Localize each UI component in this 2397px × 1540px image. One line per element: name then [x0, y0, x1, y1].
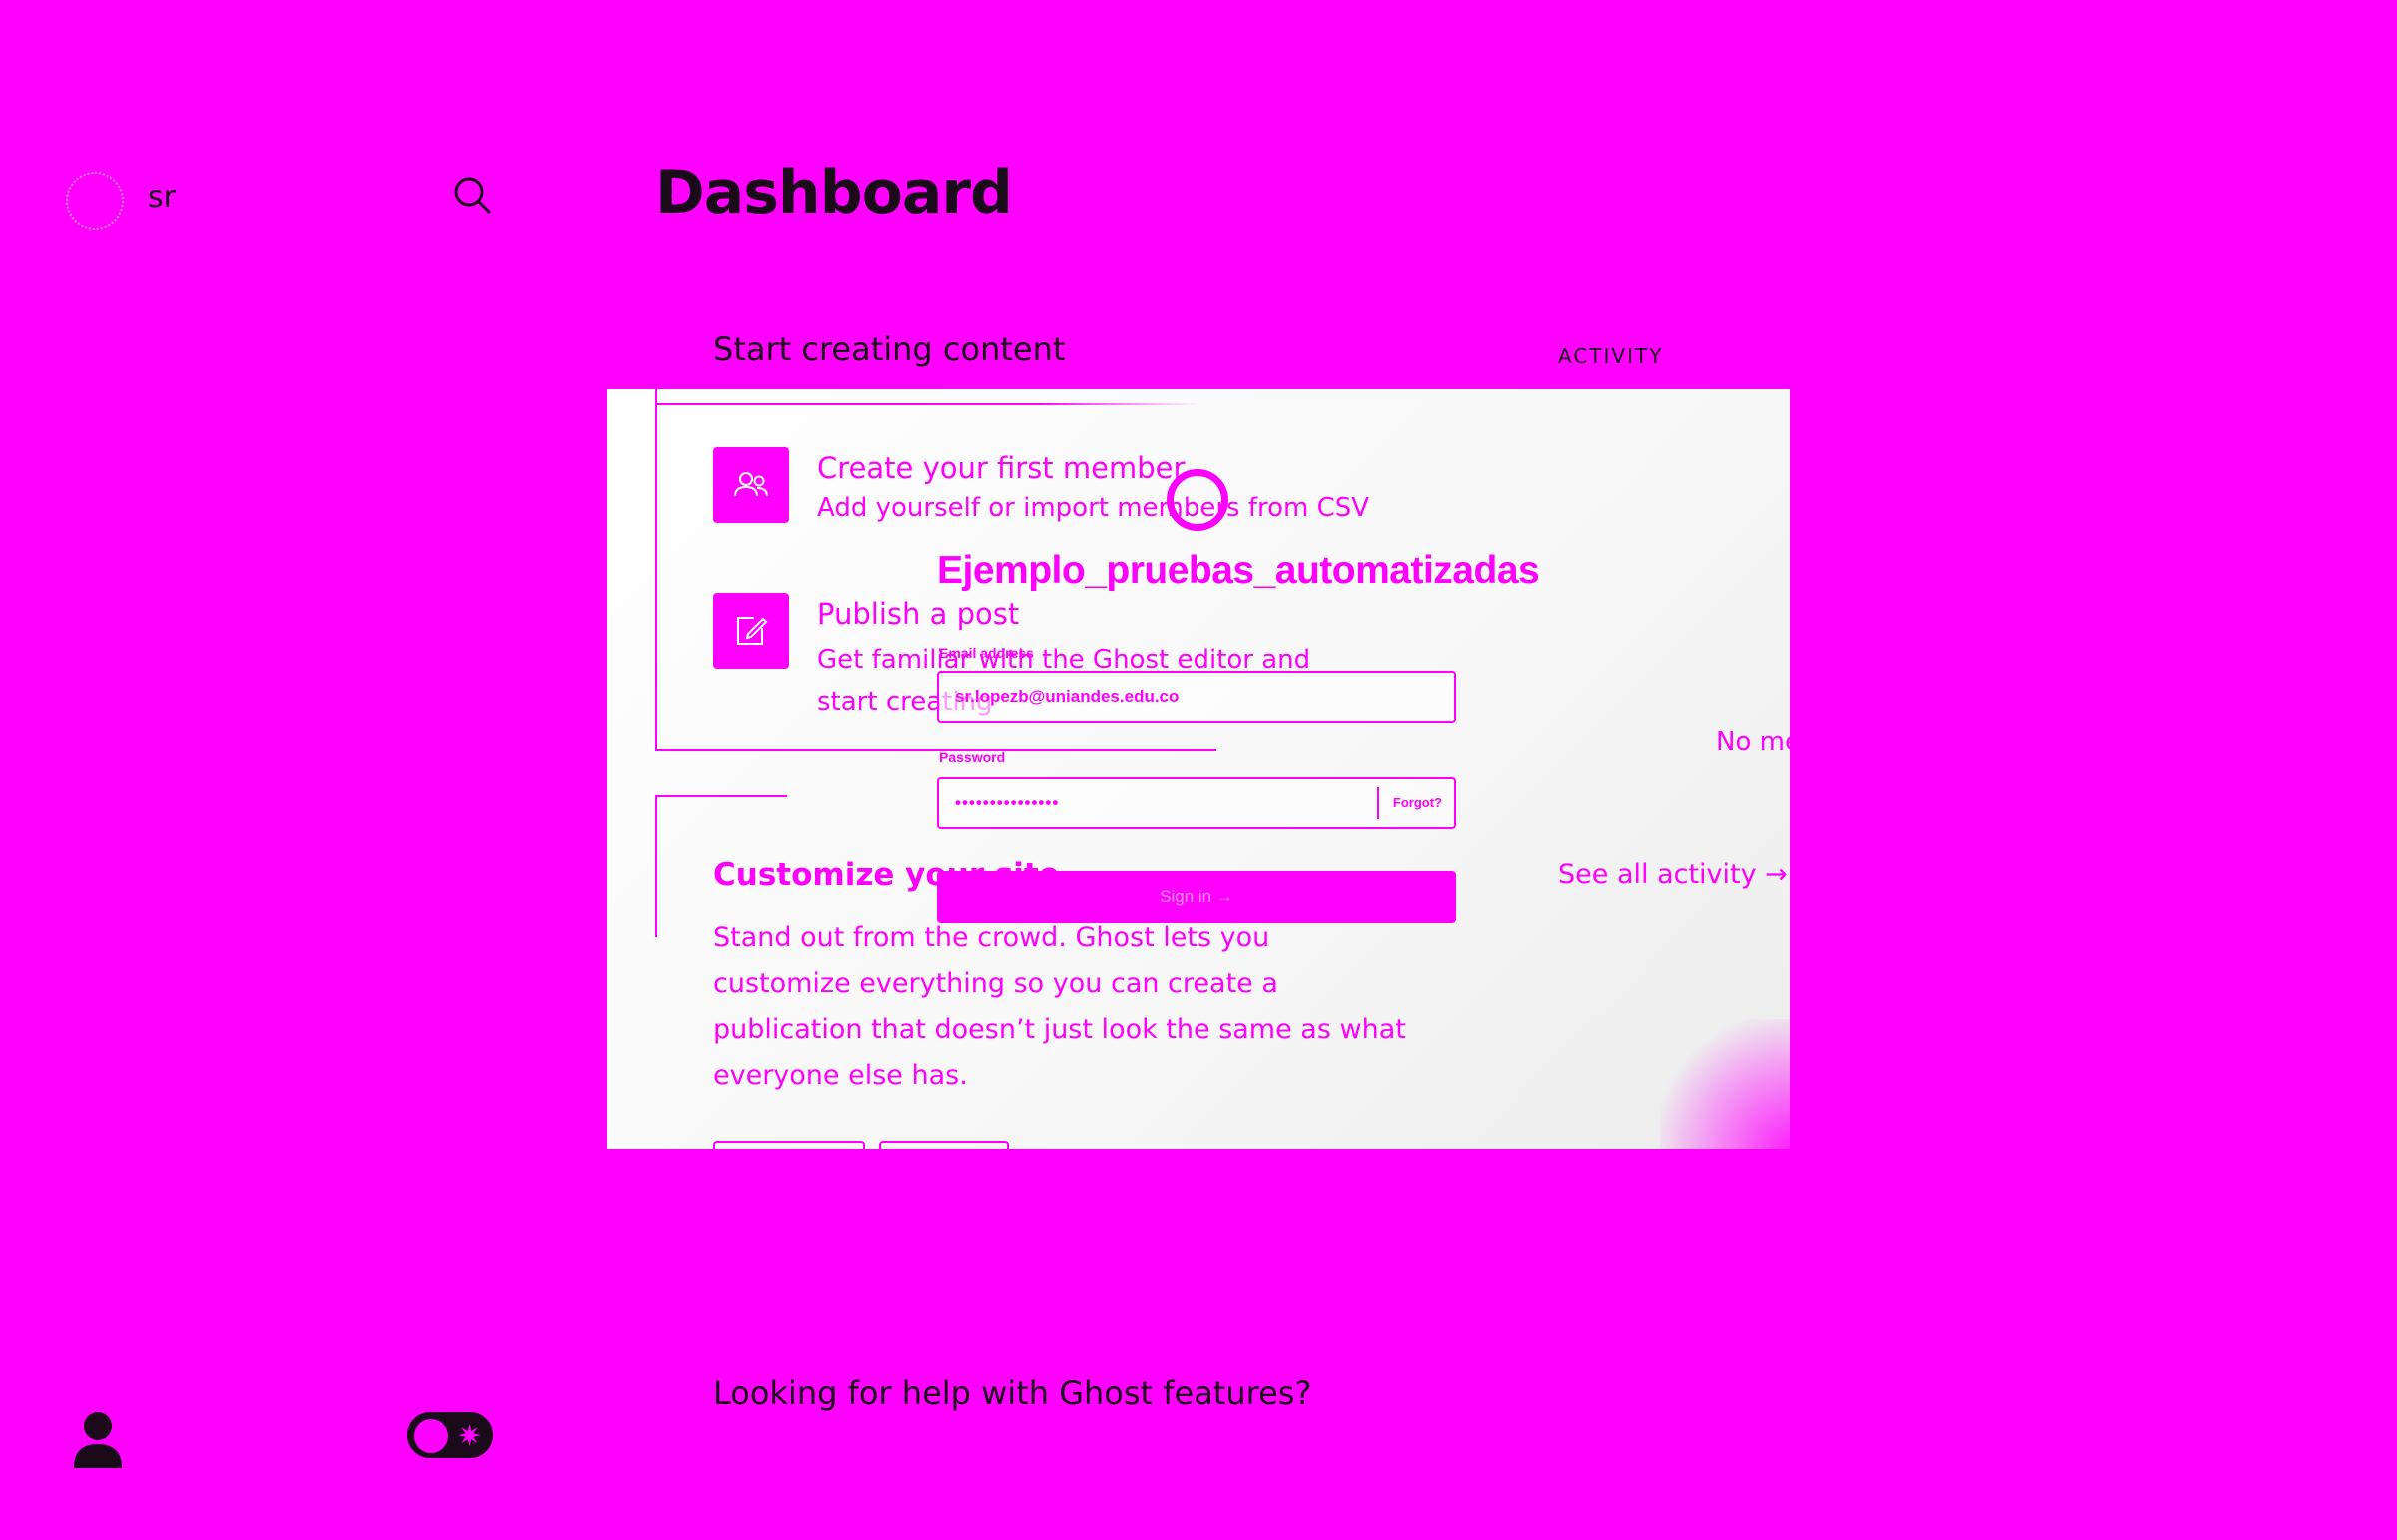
edit-icon — [737, 617, 768, 645]
cursor-ring-icon — [1167, 469, 1228, 531]
customize-card-desc: Stand out from the crowd. Ghost lets you… — [713, 922, 1406, 1091]
sign-in-button[interactable]: Sign in → — [937, 871, 1456, 923]
overlay-panel: Create your first member Add yourself or… — [607, 389, 1790, 1149]
corner-texture — [1660, 1019, 1790, 1149]
help-title: Looking for help with Ghost features? — [713, 1374, 1312, 1412]
section-title: Start creating content — [713, 330, 1066, 368]
members-card-desc: Add yourself or import members from CSV — [817, 493, 1370, 523]
login-title: Ejemplo_pruebas_automatizadas — [937, 549, 1540, 592]
members-card-title[interactable]: Create your first member — [817, 451, 1185, 485]
activity-title: ACTIVITY — [1558, 344, 1664, 368]
customize-button[interactable] — [713, 1141, 865, 1149]
see-all-activity-link[interactable]: See all activity → — [1558, 859, 1788, 890]
theme-button[interactable] — [879, 1141, 1009, 1149]
activity-empty-text: No me — [1716, 727, 1790, 757]
password-label: Password — [939, 749, 1006, 765]
email-label: Email address — [939, 645, 1034, 661]
page-title: Dashboard — [655, 158, 1013, 228]
post-card-title[interactable]: Publish a post — [817, 597, 1019, 631]
site-avatar[interactable] — [66, 172, 124, 230]
theme-toggle[interactable]: ✷ — [407, 1412, 493, 1458]
forgot-button[interactable]: Forgot? — [1376, 787, 1442, 819]
site-name[interactable]: sr — [148, 180, 176, 215]
user-icon[interactable] — [70, 1408, 126, 1470]
post-tile[interactable] — [713, 593, 789, 669]
sun-icon: ✷ — [456, 1419, 482, 1454]
card-top-line — [655, 403, 1200, 405]
toggle-knob — [414, 1419, 448, 1453]
search-icon[interactable] — [451, 174, 493, 216]
password-field[interactable]: ••••••••••••••• Forgot? — [937, 777, 1456, 829]
password-value: ••••••••••••••• — [955, 793, 1060, 812]
email-field[interactable]: sr.lopezb@uniandes.edu.co — [937, 671, 1456, 723]
members-tile[interactable] — [713, 447, 789, 523]
members-icon — [734, 472, 768, 497]
